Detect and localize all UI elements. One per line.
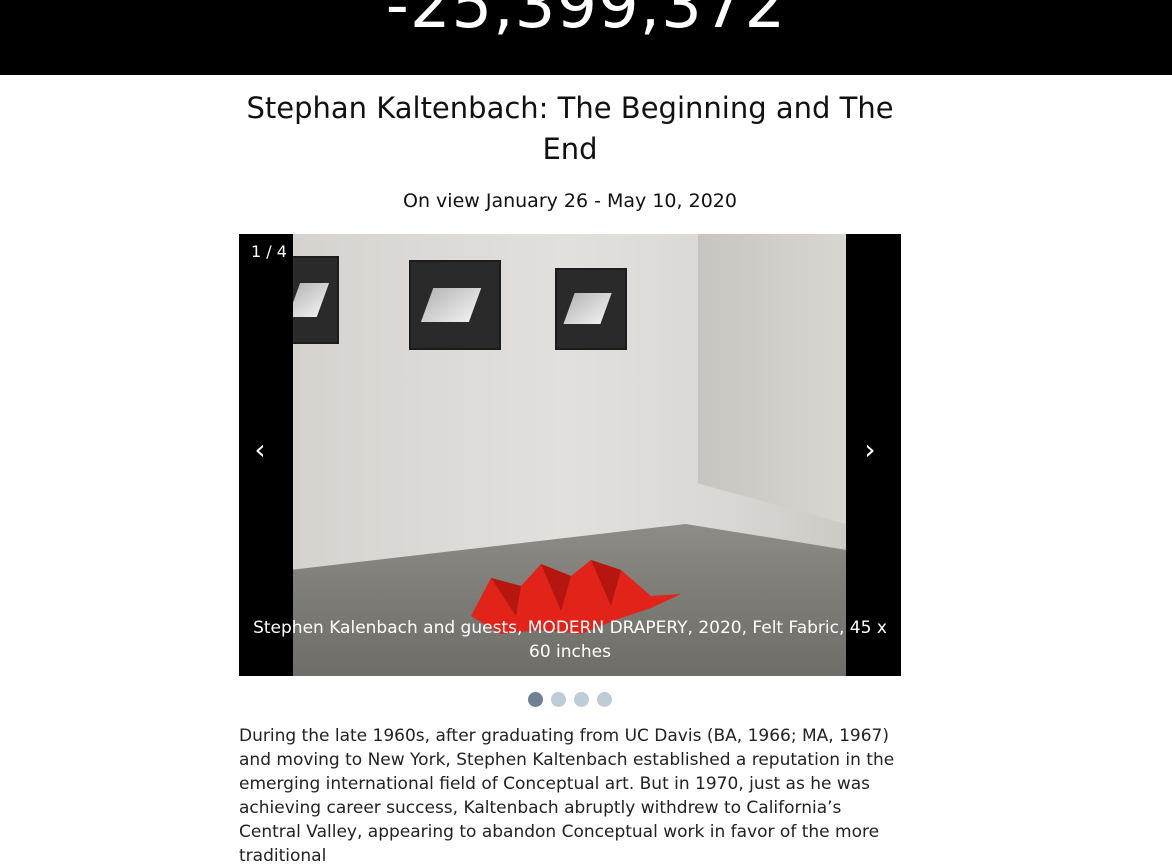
countdown-counter: -25,399,372 [385,0,787,43]
framed-photo-2 [409,260,501,350]
exhibition-dates: On view January 26 - May 10, 2020 [403,190,737,212]
top-banner: -25,399,372 [0,0,1172,75]
slide-dot-1[interactable] [528,692,543,707]
gallery-photo [293,234,846,676]
next-slide-button[interactable]: › [855,430,885,470]
previous-slide-button[interactable]: ‹ [245,430,275,470]
page-title: Stephan Kaltenbach: The Beginning and Th… [246,91,894,166]
framed-photo-1 [293,256,339,344]
slide-dot-4[interactable] [597,692,612,707]
slide-dot-3[interactable] [574,692,589,707]
slide-dot-2[interactable] [551,692,566,707]
image-slideshow[interactable]: 1 / 4 ‹ › Stephen Kalenbach and guests, … [239,234,901,676]
slide-indicator-dots [239,692,901,707]
slide-counter: 1 / 4 [251,242,287,261]
photo-wall-corner [698,234,846,524]
slide-caption: Stephen Kalenbach and guests, MODERN DRA… [253,618,887,662]
exhibition-description: During the late 1960s, after graduating … [239,726,895,866]
framed-photo-3 [555,268,627,350]
